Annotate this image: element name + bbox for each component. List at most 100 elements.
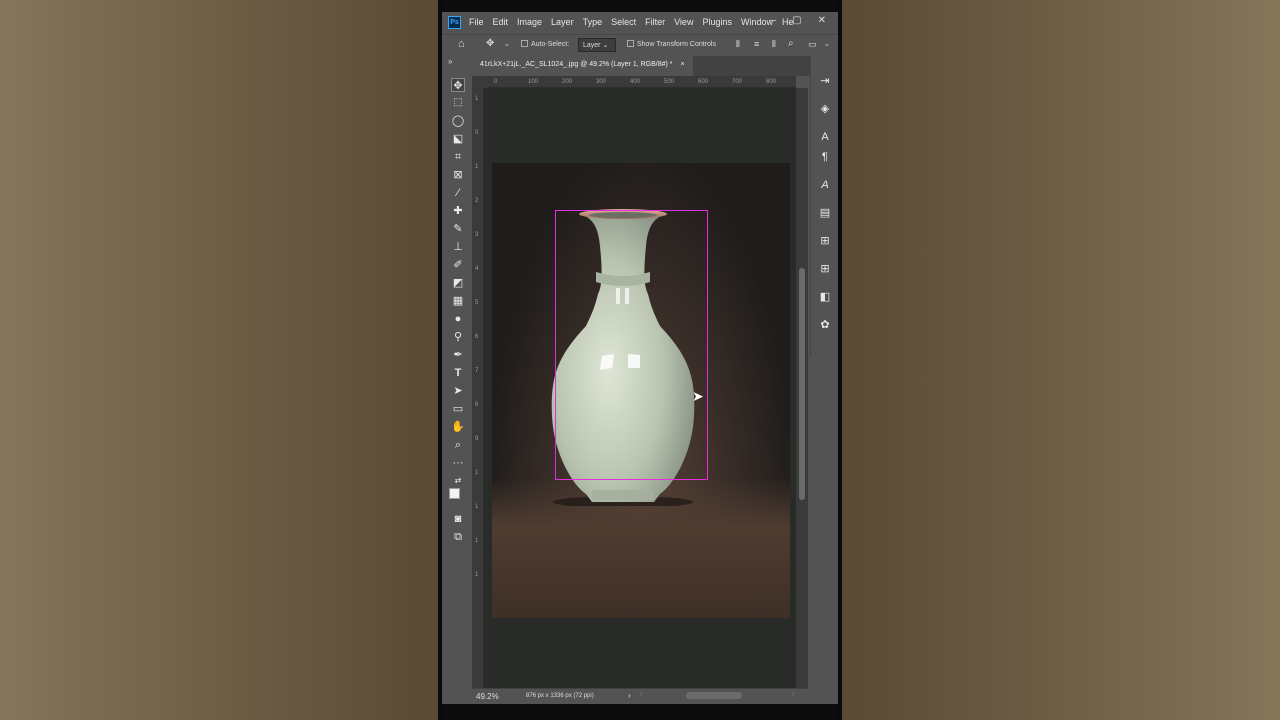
align-left-icon[interactable]: ⫴ [736, 39, 740, 50]
paragraph-panel-icon[interactable]: ¶ [818, 150, 832, 164]
lasso-tool-icon[interactable]: ◯ [451, 114, 465, 128]
layer-bounding-box[interactable] [555, 210, 708, 480]
foreground-color-swatch[interactable] [449, 488, 460, 499]
frame-tool-icon[interactable]: ⊠ [451, 168, 465, 182]
history-brush-tool-icon[interactable]: ✐ [451, 258, 465, 272]
document-tab-title: 41rLkX+21jL._AC_SL1024_.jpg @ 49.2% (Lay… [480, 61, 673, 68]
libraries-panel-icon[interactable]: ▤ [818, 206, 832, 220]
transform-controls-label: Show Transform Controls [637, 41, 716, 48]
menu-filter[interactable]: Filter [645, 17, 665, 27]
window-controls: – ▢ ✕ [771, 15, 826, 26]
quick-mask-icon[interactable]: ◙ [451, 512, 465, 526]
ruler-tick-label: 3 [475, 232, 479, 238]
blur-tool-icon[interactable]: ● [451, 312, 465, 326]
type-tool-icon[interactable]: T [451, 366, 465, 380]
auto-select-option[interactable]: Auto-Select: [521, 40, 569, 48]
panel-collapse-icon[interactable]: » [448, 57, 452, 66]
canvas-area[interactable]: ➤ [484, 88, 796, 688]
transform-controls-option[interactable]: Show Transform Controls [627, 40, 716, 48]
crop-tool-icon[interactable]: ⌗ [451, 150, 465, 164]
menu-window[interactable]: Window [741, 17, 773, 27]
vertical-scrollbar[interactable] [796, 88, 808, 688]
chevron-down-icon[interactable]: ⌄ [504, 40, 510, 48]
properties-panel-icon[interactable]: ✿ [818, 318, 832, 332]
menu-type[interactable]: Type [583, 17, 603, 27]
scroll-left-icon[interactable]: ‹ [640, 691, 642, 698]
ruler-tick-label: 8 [475, 402, 479, 408]
horizontal-ruler: 0 100 200 300 400 500 600 700 800 [488, 76, 796, 88]
healing-brush-tool-icon[interactable]: ✚ [451, 204, 465, 218]
zoom-tool-icon[interactable]: ⌕ [451, 438, 465, 452]
menu-items: File Edit Image Layer Type Select Filter… [469, 17, 794, 27]
workspace-icon[interactable]: ▭ [808, 39, 817, 50]
eraser-tool-icon[interactable]: ◩ [451, 276, 465, 290]
ruler-tick-label: 9 [475, 436, 479, 442]
glyphs-panel-icon[interactable]: A [818, 178, 832, 192]
menu-edit[interactable]: Edit [493, 17, 509, 27]
tab-close-icon[interactable]: × [680, 61, 684, 68]
search-icon[interactable]: ⌕ [788, 38, 794, 49]
align-right-icon[interactable]: ⫴ [772, 39, 776, 50]
pen-tool-icon[interactable]: ✒ [451, 348, 465, 362]
ruler-tick-label: 1 [475, 470, 479, 476]
move-tool-options-icon[interactable]: ✥ [486, 38, 494, 49]
transform-controls-checkbox[interactable] [627, 40, 634, 47]
layer-dropdown-value: Layer [583, 42, 601, 49]
ruler-tick-label: 0 [494, 79, 498, 85]
swap-colors-icon[interactable]: ⇄ [451, 474, 465, 488]
ruler-tick-label: 2 [475, 198, 479, 204]
ruler-tick-label: 4 [475, 266, 479, 272]
maximize-icon[interactable]: ▢ [792, 15, 801, 26]
background-blur-left [0, 0, 438, 720]
menu-view[interactable]: View [674, 17, 693, 27]
chevron-down-icon: ⌄ [602, 42, 609, 49]
move-cursor-icon: ➤ [692, 388, 704, 404]
brush-tool-icon[interactable]: ✎ [451, 222, 465, 236]
swatches-panel-icon[interactable]: ⊞ [818, 262, 832, 276]
status-menu-arrow-icon[interactable]: › [628, 691, 631, 700]
photoshop-logo-icon: Ps [448, 16, 461, 29]
status-bar: 49.2% 876 px x 1336 px (72 ppi) › ‹ › [472, 688, 808, 702]
menu-select[interactable]: Select [611, 17, 636, 27]
clone-stamp-tool-icon[interactable]: ⊥ [451, 240, 465, 254]
history-panel-icon[interactable]: ⇥ [818, 74, 832, 88]
dodge-tool-icon[interactable]: ⚲ [451, 330, 465, 344]
marquee-tool-icon[interactable]: ⬚ [451, 96, 465, 110]
screen-mode-icon[interactable]: ⧉ [451, 530, 465, 544]
eyedropper-tool-icon[interactable]: ⁄ [451, 186, 465, 200]
minimize-icon[interactable]: – [771, 15, 777, 26]
ruler-tick-label: 7 [475, 368, 479, 374]
menu-image[interactable]: Image [517, 17, 542, 27]
close-icon[interactable]: ✕ [818, 15, 826, 26]
ruler-tick-label: 300 [596, 79, 607, 85]
horizontal-scrollbar-thumb[interactable] [686, 692, 742, 699]
layer-dropdown[interactable]: Layer ⌄ [578, 38, 616, 52]
document-info: 876 px x 1336 px (72 ppi) [526, 693, 594, 699]
ruler-tick-label: 1 [475, 572, 479, 578]
character-panel-icon[interactable]: A [818, 130, 832, 144]
zoom-level[interactable]: 49.2% [476, 692, 499, 701]
menu-layer[interactable]: Layer [551, 17, 574, 27]
ruler-corner [472, 76, 488, 88]
window-top-border [442, 0, 838, 12]
hand-tool-icon[interactable]: ✋ [451, 420, 465, 434]
vertical-scrollbar-thumb[interactable] [799, 268, 805, 500]
document-tab[interactable]: 41rLkX+21jL._AC_SL1024_.jpg @ 49.2% (Lay… [472, 56, 693, 76]
auto-select-checkbox[interactable] [521, 40, 528, 47]
object-selection-tool-icon[interactable]: ⬕ [451, 132, 465, 146]
move-tool-icon[interactable]: ✥ [451, 78, 465, 92]
scroll-right-icon[interactable]: › [792, 691, 794, 698]
ruler-tick-label: 100 [528, 79, 539, 85]
path-selection-tool-icon[interactable]: ➤ [451, 384, 465, 398]
layers-panel-icon[interactable]: ◈ [818, 102, 832, 116]
more-tools-icon[interactable]: ··· [451, 456, 465, 470]
menu-plugins[interactable]: Plugins [702, 17, 732, 27]
align-center-icon[interactable]: ≡ [754, 39, 759, 49]
gradients-panel-icon[interactable]: ◧ [818, 290, 832, 304]
menu-file[interactable]: File [469, 17, 484, 27]
channels-panel-icon[interactable]: ⊞ [818, 234, 832, 248]
gradient-tool-icon[interactable]: ▦ [451, 294, 465, 308]
home-icon[interactable]: ⌂ [458, 38, 465, 50]
chevron-down-icon[interactable]: ⌄ [824, 40, 830, 48]
rectangle-tool-icon[interactable]: ▭ [451, 402, 465, 416]
